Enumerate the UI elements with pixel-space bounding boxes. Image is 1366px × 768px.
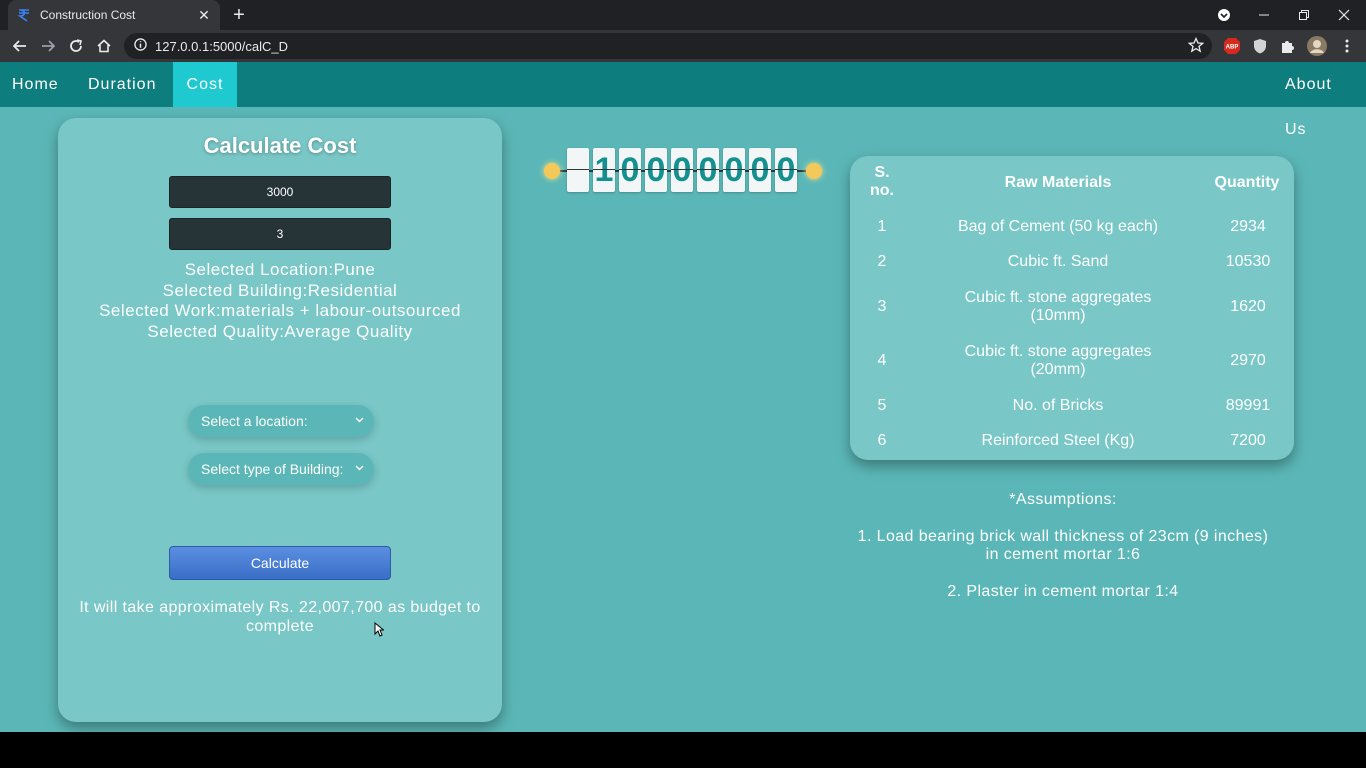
- location-select-label: Select a location:: [201, 413, 308, 429]
- cost-flip-counter: 1 0 0 0 0 0 0 0: [542, 148, 824, 192]
- browser-menu-icon[interactable]: [1338, 37, 1356, 55]
- budget-line-2: complete: [245, 617, 315, 635]
- new-tab-icon[interactable]: +: [228, 4, 250, 26]
- address-bar[interactable]: 127.0.0.1:5000/calC_D: [124, 33, 1212, 59]
- chevron-down-icon: [355, 453, 364, 485]
- bookmark-star-icon[interactable]: [1187, 36, 1205, 56]
- budget-line-1: It will take approximately Rs. 22,007,70…: [79, 599, 481, 616]
- shield-extension-icon[interactable]: [1251, 37, 1269, 55]
- rupee-favicon-icon: [16, 7, 32, 23]
- calculate-button[interactable]: Calculate: [169, 546, 391, 580]
- light-bulb-icon: [544, 163, 560, 179]
- counter-digit: 0: [775, 148, 797, 192]
- assumptions-title: *Assumptions:: [1009, 491, 1117, 508]
- selected-building-text: Selected Building:Residential: [162, 280, 398, 300]
- tab-close-icon[interactable]: ✕: [196, 7, 212, 23]
- info-icon[interactable]: [134, 38, 147, 54]
- browser-tab-bar: Construction Cost ✕ +: [0, 0, 1366, 30]
- area-input[interactable]: 3000: [169, 176, 391, 208]
- floors-input[interactable]: 3: [169, 218, 391, 250]
- browser-tab[interactable]: Construction Cost ✕: [8, 0, 220, 30]
- reload-icon[interactable]: [64, 34, 88, 58]
- counter-digit: [567, 148, 589, 192]
- assumption-1-line-2: in cement mortar 1:6: [985, 546, 1141, 563]
- restore-icon[interactable]: [1292, 0, 1316, 30]
- counter-digit: 0: [749, 148, 771, 192]
- close-window-icon[interactable]: [1332, 0, 1356, 30]
- profile-menu-icon[interactable]: [1212, 0, 1236, 30]
- tab-title: Construction Cost: [40, 8, 136, 22]
- header-quantity: Quantity: [1214, 174, 1280, 191]
- counter-digit: 0: [697, 148, 719, 192]
- nav-home[interactable]: Home: [0, 62, 71, 107]
- counter-digit: 0: [619, 148, 641, 192]
- home-icon[interactable]: [92, 34, 116, 58]
- assumption-2: 2. Plaster in cement mortar 1:4: [947, 582, 1179, 600]
- budget-result: It will take approximately Rs. 22,007,70…: [58, 599, 502, 636]
- materials-table: S. no. Raw Materials Quantity 1 Bag of C…: [850, 156, 1294, 460]
- selection-summary: Selected Location:Pune Selected Building…: [58, 260, 502, 342]
- site-navbar: Home Duration Cost About Us: [0, 62, 1366, 138]
- counter-digit: 0: [671, 148, 693, 192]
- building-select-label: Select type of Building:: [201, 461, 344, 477]
- back-icon[interactable]: [8, 34, 32, 58]
- card-heading: Calculate Cost: [203, 133, 357, 158]
- forward-icon[interactable]: [36, 34, 60, 58]
- mouse-cursor-icon: [374, 621, 385, 642]
- building-type-select[interactable]: Select type of Building:: [188, 453, 374, 485]
- extensions-puzzle-icon[interactable]: [1279, 37, 1297, 55]
- nav-cost[interactable]: Cost: [173, 62, 237, 107]
- chevron-down-icon: [355, 405, 364, 437]
- light-bulb-icon: [806, 163, 822, 179]
- counter-digit: 0: [645, 148, 667, 192]
- selected-location-text: Selected Location:Pune: [184, 260, 376, 279]
- header-raw-materials: Raw Materials: [1004, 174, 1112, 191]
- selected-work-text: Selected Work:materials + labour-outsour…: [99, 301, 461, 320]
- nav-duration[interactable]: Duration: [76, 62, 168, 107]
- selected-quality-text: Selected Quality:Average Quality: [147, 321, 413, 341]
- adblock-extension-icon[interactable]: ABP: [1223, 37, 1241, 55]
- header-sno: S. no.: [870, 164, 894, 199]
- nav-about-us[interactable]: About Us: [1273, 62, 1366, 138]
- url-text: 127.0.0.1:5000/calC_D: [155, 38, 288, 54]
- bottom-black-bar: [0, 732, 1366, 768]
- svg-text:ABP: ABP: [1226, 45, 1239, 51]
- page-content: Home Duration Cost About Us Calculate Co…: [0, 62, 1366, 732]
- assumptions-block: *Assumptions: 1. Load bearing brick wall…: [830, 491, 1296, 601]
- location-select[interactable]: Select a location:: [188, 405, 374, 437]
- minimize-icon[interactable]: [1252, 0, 1276, 30]
- calculate-cost-card: Calculate Cost 3000 3 Selected Location:…: [58, 118, 502, 722]
- browser-toolbar: 127.0.0.1:5000/calC_D ABP: [0, 30, 1366, 62]
- counter-digit: 1: [593, 148, 615, 192]
- assumption-1-line-1: 1. Load bearing brick wall thickness of …: [857, 527, 1269, 545]
- profile-avatar-icon[interactable]: [1306, 35, 1328, 57]
- counter-digit: 0: [723, 148, 745, 192]
